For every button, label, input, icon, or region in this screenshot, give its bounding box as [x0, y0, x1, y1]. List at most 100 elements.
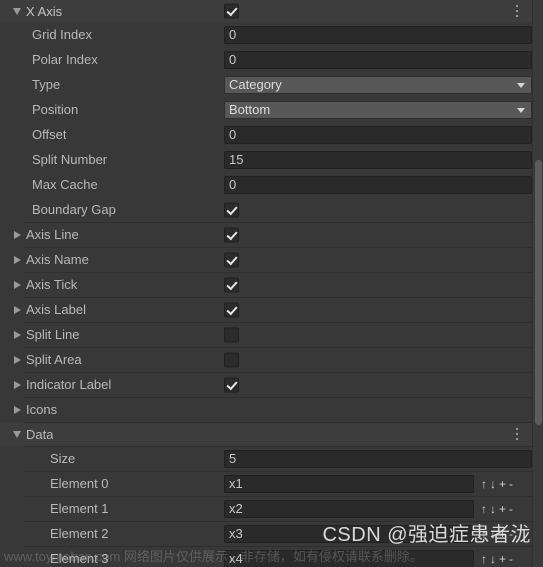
row-axis-tick[interactable]: Axis Tick [0, 272, 533, 297]
element-0-buttons[interactable]: ↑ ↓ + - [480, 478, 514, 490]
row-data-header[interactable]: Data [0, 422, 533, 446]
row-data-size: Size 5 [0, 446, 533, 471]
data-foldout-arrow-icon[interactable] [10, 427, 24, 441]
move-down-icon[interactable]: ↓ [489, 528, 497, 540]
remove-element-button[interactable]: - [508, 503, 514, 515]
dropdown-type[interactable]: Category [224, 75, 532, 94]
row-axis-name[interactable]: Axis Name [0, 247, 533, 272]
x-axis-header-row[interactable]: X Axis [0, 0, 533, 22]
split-area-foldout-arrow-icon[interactable] [10, 353, 24, 367]
x-axis-foldout-arrow-icon[interactable] [10, 4, 24, 18]
label-polar-index: Polar Index [32, 52, 98, 67]
input-data-size[interactable]: 5 [224, 449, 532, 468]
indicator-label-foldout-arrow-icon[interactable] [10, 378, 24, 392]
input-max-cache[interactable]: 0 [224, 175, 532, 194]
label-split-number: Split Number [32, 152, 108, 167]
dropdown-type-value: Category [229, 77, 282, 92]
remove-element-button[interactable]: - [508, 478, 514, 490]
move-up-icon[interactable]: ↑ [480, 553, 488, 565]
control-data-size[interactable]: 5 [224, 449, 532, 468]
label-icons: Icons [26, 402, 58, 417]
x-axis-enabled-checkbox[interactable] [224, 3, 239, 19]
label-offset: Offset [32, 127, 67, 142]
control-axis-line[interactable] [224, 227, 239, 242]
label-grid-index: Grid Index [32, 27, 92, 42]
chevron-down-icon [517, 107, 525, 113]
input-offset[interactable]: 0 [224, 125, 532, 144]
row-split-line[interactable]: Split Line [0, 322, 533, 347]
row-split-area[interactable]: Split Area [0, 347, 533, 372]
checkbox-axis-label[interactable] [224, 302, 239, 317]
move-down-icon[interactable]: ↓ [489, 553, 497, 565]
move-up-icon[interactable]: ↑ [480, 478, 488, 490]
control-boundary-gap[interactable] [224, 202, 239, 217]
move-down-icon[interactable]: ↓ [489, 503, 497, 515]
input-element-2[interactable]: x3 [224, 524, 474, 543]
input-grid-index[interactable]: 0 [224, 25, 532, 44]
axis-name-foldout-arrow-icon[interactable] [10, 253, 24, 267]
scrollbar-thumb[interactable] [535, 160, 542, 425]
control-axis-name[interactable] [224, 252, 239, 267]
axis-label-foldout-arrow-icon[interactable] [10, 303, 24, 317]
axis-line-foldout-arrow-icon[interactable] [10, 228, 24, 242]
move-down-icon[interactable]: ↓ [489, 478, 497, 490]
remove-element-button[interactable]: - [508, 528, 514, 540]
label-axis-line: Axis Line [26, 227, 79, 242]
checkbox-axis-tick[interactable] [224, 277, 239, 292]
checkbox-axis-name[interactable] [224, 252, 239, 267]
move-up-icon[interactable]: ↑ [480, 503, 488, 515]
input-polar-index[interactable]: 0 [224, 50, 532, 69]
control-element-0[interactable]: x1 [224, 474, 474, 493]
control-element-2[interactable]: x3 [224, 524, 474, 543]
move-up-icon[interactable]: ↑ [480, 528, 488, 540]
split-line-foldout-arrow-icon[interactable] [10, 328, 24, 342]
remove-element-button[interactable]: - [508, 553, 514, 565]
control-split-area[interactable] [224, 352, 239, 367]
dropdown-position[interactable]: Bottom [224, 100, 532, 119]
row-axis-label[interactable]: Axis Label [0, 297, 533, 322]
input-element-1[interactable]: x2 [224, 499, 474, 518]
control-max-cache[interactable]: 0 [224, 175, 532, 194]
vertical-scrollbar[interactable] [532, 0, 543, 567]
control-offset[interactable]: 0 [224, 125, 532, 144]
data-kebab-menu-icon[interactable] [511, 427, 523, 441]
checkbox-indicator-label[interactable] [224, 377, 239, 392]
row-grid-index: Grid Index 0 [0, 22, 533, 47]
control-element-1[interactable]: x2 [224, 499, 474, 518]
add-element-button[interactable]: + [498, 503, 507, 515]
control-grid-index[interactable]: 0 [224, 25, 532, 44]
add-element-button[interactable]: + [498, 553, 507, 565]
x-axis-enabled-control[interactable] [224, 3, 239, 19]
element-3-buttons[interactable]: ↑ ↓ + - [480, 553, 514, 565]
control-indicator-label[interactable] [224, 377, 239, 392]
control-element-3[interactable]: x4 [224, 549, 474, 567]
row-axis-line[interactable]: Axis Line [0, 222, 533, 247]
row-indicator-label[interactable]: Indicator Label [0, 372, 533, 397]
add-element-button[interactable]: + [498, 478, 507, 490]
checkbox-axis-line[interactable] [224, 227, 239, 242]
control-type[interactable]: Category [224, 75, 532, 94]
input-element-0[interactable]: x1 [224, 474, 474, 493]
kebab-menu-icon[interactable] [511, 4, 523, 18]
checkbox-split-area[interactable] [224, 352, 239, 367]
row-element-1: Element 1 x2 ↑ ↓ + - [0, 496, 533, 521]
element-1-buttons[interactable]: ↑ ↓ + - [480, 503, 514, 515]
icons-foldout-arrow-icon[interactable] [10, 403, 24, 417]
input-element-3[interactable]: x4 [224, 549, 474, 567]
element-2-buttons[interactable]: ↑ ↓ + - [480, 528, 514, 540]
control-axis-label[interactable] [224, 302, 239, 317]
row-icons[interactable]: Icons [0, 397, 533, 422]
label-split-line: Split Line [26, 327, 80, 342]
control-split-number[interactable]: 15 [224, 150, 532, 169]
add-element-button[interactable]: + [498, 528, 507, 540]
checkbox-split-line[interactable] [224, 327, 239, 342]
checkbox-boundary-gap[interactable] [224, 202, 239, 217]
control-axis-tick[interactable] [224, 277, 239, 292]
control-position[interactable]: Bottom [224, 100, 532, 119]
axis-tick-foldout-arrow-icon[interactable] [10, 278, 24, 292]
control-split-line[interactable] [224, 327, 239, 342]
control-polar-index[interactable]: 0 [224, 50, 532, 69]
label-type: Type [32, 77, 61, 92]
chevron-down-icon [517, 82, 525, 88]
input-split-number[interactable]: 15 [224, 150, 532, 169]
